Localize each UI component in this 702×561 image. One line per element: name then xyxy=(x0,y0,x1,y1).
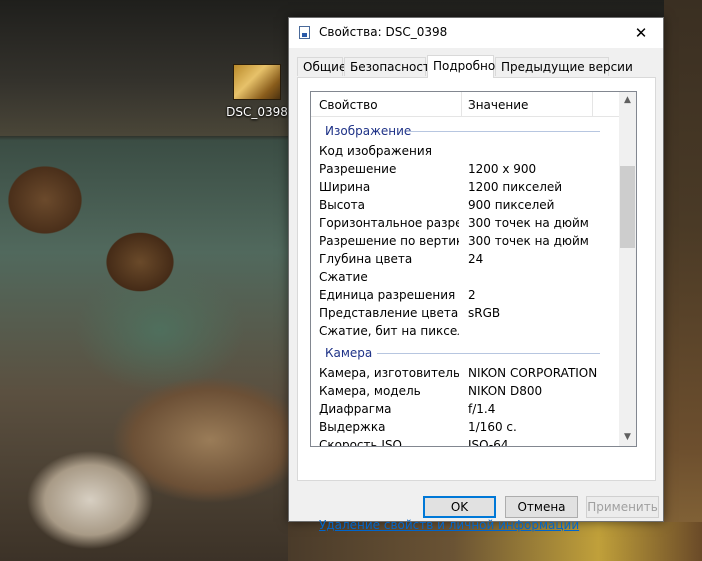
tab-previous-versions[interactable]: Предыдущие версии xyxy=(495,57,633,76)
property-name: Горизонтальное разреше... xyxy=(319,216,459,230)
property-name: Ширина xyxy=(319,180,371,194)
properties-window: Свойства: DSC_0398 ✕ Общие Безопасность … xyxy=(288,17,664,532)
vertical-scrollbar[interactable]: ▲ ▼ xyxy=(619,92,636,446)
properties-list[interactable]: Свойство Значение Изображение Код изобра… xyxy=(310,91,637,447)
property-row[interactable]: Выдержка 1/160 с. xyxy=(311,418,620,436)
apply-button[interactable]: Применить xyxy=(586,496,659,518)
property-row[interactable]: Разрешение по вертикали 300 точек на дюйм xyxy=(311,232,620,250)
desktop-file-label: DSC_0398 xyxy=(226,105,288,119)
desktop-file-icon[interactable]: DSC_0398 xyxy=(226,60,288,124)
property-name: Глубина цвета xyxy=(319,252,413,266)
tab-bar: Общие Безопасность Подробно Предыдущие в… xyxy=(297,55,657,78)
property-name: Единица разрешения xyxy=(319,288,456,302)
title-bar[interactable]: Свойства: DSC_0398 ✕ xyxy=(289,18,663,48)
window-title: Свойства: DSC_0398 xyxy=(319,25,448,39)
property-row[interactable]: Код изображения xyxy=(311,142,620,160)
property-value: 24 xyxy=(468,252,484,266)
property-value: 1/160 с. xyxy=(468,420,517,434)
ok-button[interactable]: OK xyxy=(423,496,496,518)
property-value: ISO-64 xyxy=(468,438,509,447)
property-value: sRGB xyxy=(468,306,501,320)
property-row[interactable]: Сжатие, бит на пиксель xyxy=(311,322,620,340)
property-row[interactable]: Камера, модель NIKON D800 xyxy=(311,382,620,400)
tab-general[interactable]: Общие xyxy=(297,57,346,76)
column-header-property[interactable]: Свойство xyxy=(319,98,378,112)
group-title: Изображение xyxy=(325,124,412,138)
property-value: NIKON CORPORATION xyxy=(468,366,598,380)
tab-security[interactable]: Безопасность xyxy=(344,57,437,76)
details-panel: Свойство Значение Изображение Код изобра… xyxy=(297,77,656,532)
group-divider-line xyxy=(407,131,600,132)
property-name: Скорость ISO xyxy=(319,438,403,447)
property-name: Высота xyxy=(319,198,365,212)
column-divider[interactable] xyxy=(592,92,593,116)
cancel-button[interactable]: Отмена xyxy=(505,496,578,518)
property-name: Код изображения xyxy=(319,144,432,158)
property-row[interactable]: Скорость ISO ISO-64 xyxy=(311,436,620,447)
property-row[interactable]: Представление цвета sRGB xyxy=(311,304,620,322)
scroll-up-arrow-icon[interactable]: ▲ xyxy=(619,92,636,109)
property-name: Разрешение по вертикали xyxy=(319,234,459,248)
column-divider[interactable] xyxy=(461,92,462,116)
property-name: Выдержка xyxy=(319,420,386,434)
property-row[interactable]: Глубина цвета 24 xyxy=(311,250,620,268)
property-value: 1200 пикселей xyxy=(468,180,563,194)
column-header-value[interactable]: Значение xyxy=(468,98,528,112)
property-name: Камера, модель xyxy=(319,384,421,398)
property-name: Разрешение xyxy=(319,162,397,176)
tab-details[interactable]: Подробно xyxy=(427,55,495,78)
property-row[interactable]: Высота 900 пикселей xyxy=(311,196,620,214)
property-name: Камера, изготовитель xyxy=(319,366,459,380)
remove-properties-link[interactable]: Удаление свойств и личной информации xyxy=(319,518,579,532)
group-divider-line xyxy=(377,353,600,354)
group-title: Камера xyxy=(325,346,373,360)
close-button[interactable]: ✕ xyxy=(619,18,663,48)
scroll-down-arrow-icon[interactable]: ▼ xyxy=(619,429,636,446)
property-row[interactable]: Горизонтальное разреше... 300 точек на дю… xyxy=(311,214,620,232)
property-value: 2 xyxy=(468,288,476,302)
desktop-background-right xyxy=(664,0,702,561)
property-value: 300 точек на дюйм xyxy=(468,234,589,248)
property-row[interactable]: Диафрагма f/1.4 xyxy=(311,400,620,418)
property-value: 1200 x 900 xyxy=(468,162,537,176)
property-value: 300 точек на дюйм xyxy=(468,216,589,230)
file-properties-icon xyxy=(299,26,310,39)
property-row[interactable]: Сжатие xyxy=(311,268,620,286)
property-name: Сжатие, бит на пиксель xyxy=(319,324,459,338)
property-name: Представление цвета xyxy=(319,306,459,320)
property-row[interactable]: Разрешение 1200 x 900 xyxy=(311,160,620,178)
list-header: Свойство Значение xyxy=(311,92,620,117)
property-value: 900 пикселей xyxy=(468,198,555,212)
property-value: f/1.4 xyxy=(468,402,496,416)
property-name: Сжатие xyxy=(319,270,368,284)
group-header-image[interactable]: Изображение xyxy=(311,122,620,140)
property-name: Диафрагма xyxy=(319,402,392,416)
scrollbar-thumb[interactable] xyxy=(620,166,635,248)
group-header-camera[interactable]: Камера xyxy=(311,344,620,362)
property-row[interactable]: Единица разрешения 2 xyxy=(311,286,620,304)
property-row[interactable]: Ширина 1200 пикселей xyxy=(311,178,620,196)
image-thumbnail-icon xyxy=(233,64,281,100)
property-value: NIKON D800 xyxy=(468,384,543,398)
property-row[interactable]: Камера, изготовитель NIKON CORPORATION xyxy=(311,364,620,382)
